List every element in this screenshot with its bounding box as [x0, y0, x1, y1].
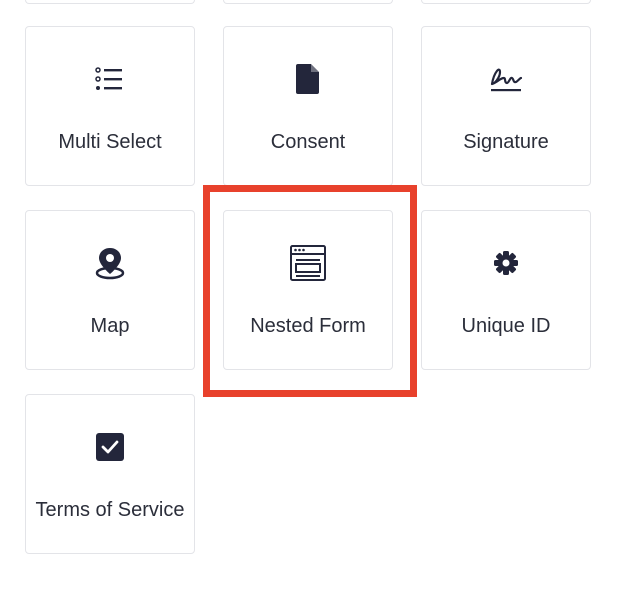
checkbox-icon — [26, 431, 194, 463]
field-label: Signature — [463, 131, 549, 153]
field-card-terms-of-service[interactable]: Terms of Service — [25, 394, 195, 554]
field-card-map[interactable]: Map — [25, 210, 195, 370]
field-card-multi-select[interactable]: Multi Select — [25, 26, 195, 186]
document-icon — [224, 63, 392, 95]
field-card-partial[interactable] — [25, 0, 195, 4]
field-label: Consent — [270, 131, 346, 153]
field-card-partial[interactable] — [223, 0, 393, 4]
field-label: Terms of Service — [35, 499, 185, 521]
field-card-unique-id[interactable]: Unique ID — [421, 210, 591, 370]
field-card-signature[interactable]: Signature — [421, 26, 591, 186]
gear-icon — [422, 247, 590, 279]
map-pin-icon — [26, 247, 194, 280]
signature-icon — [422, 63, 590, 95]
list-icon — [26, 63, 194, 95]
field-card-consent[interactable]: Consent — [223, 26, 393, 186]
field-label: Unique ID — [461, 315, 551, 337]
field-label: Map — [90, 315, 130, 337]
field-label: Multi Select — [58, 131, 162, 153]
field-card-partial[interactable] — [421, 0, 591, 4]
highlight-box — [203, 185, 417, 397]
